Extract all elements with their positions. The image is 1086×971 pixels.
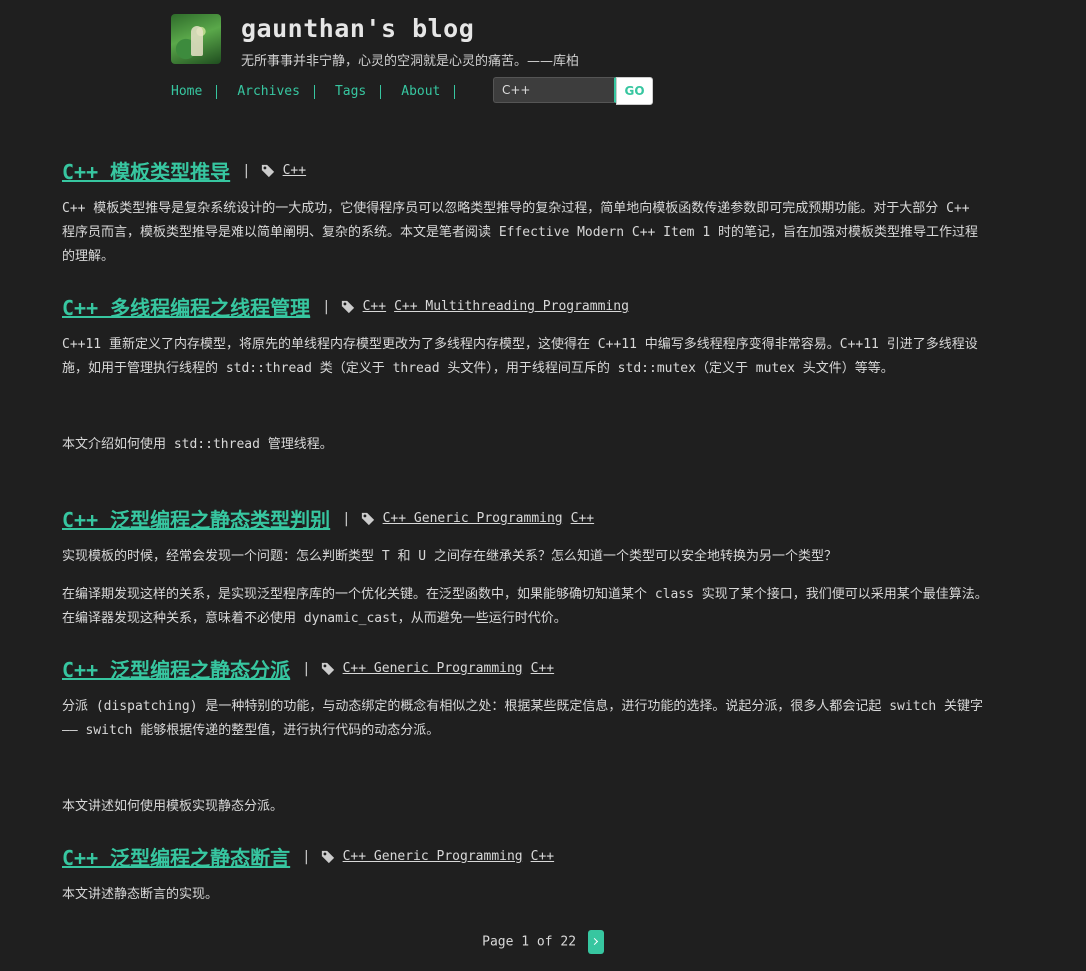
excerpt-paragraph: C++11 重新定义了内存模型，将原先的单线程内存模型更改为了多线程内存模型，这…	[62, 337, 978, 376]
post-title[interactable]: C++ 泛型编程之静态分派	[62, 654, 290, 683]
excerpt-paragraph: 实现模板的时候，经常会发现一个问题：怎么判断类型 T 和 U 之间存在继承关系？…	[62, 549, 837, 564]
tag-icon	[321, 850, 334, 863]
post-tag[interactable]: C++	[531, 849, 554, 864]
post-tag[interactable]: C++ Generic Programming	[343, 661, 523, 676]
post-excerpt: C++ 模板类型推导是复杂系统设计的一大成功，它使得程序员可以忽略类型推导的复杂…	[62, 197, 990, 269]
separator: |	[342, 510, 351, 527]
post-tag[interactable]: C++ Generic Programming	[383, 511, 563, 526]
post-tag[interactable]: C++	[571, 511, 594, 526]
post-item: C++ 泛型编程之静态类型判别 | C++ Generic Programmin…	[62, 504, 990, 631]
site-title[interactable]: gaunthan's blog	[241, 14, 474, 43]
nav-about[interactable]: About	[401, 85, 456, 99]
excerpt-paragraph: 在编译期发现这样的关系，是实现泛型程序库的一个优化关键。在泛型函数中，如果能够确…	[62, 587, 988, 626]
post-title[interactable]: C++ 泛型编程之静态断言	[62, 842, 290, 871]
post-excerpt: C++11 重新定义了内存模型，将原先的单线程内存模型更改为了多线程内存模型，这…	[62, 333, 990, 457]
post-title[interactable]: C++ 泛型编程之静态类型判别	[62, 504, 330, 533]
post-tag[interactable]: C++	[363, 299, 386, 314]
main-nav: Home Archives Tags About	[171, 78, 475, 106]
excerpt-paragraph: C++ 模板类型推导是复杂系统设计的一大成功，它使得程序员可以忽略类型推导的复杂…	[62, 201, 978, 264]
post-excerpt: 本文讲述静态断言的实现。	[62, 883, 990, 907]
post-title[interactable]: C++ 模板类型推导	[62, 156, 230, 185]
excerpt-paragraph: 分派 (dispatching) 是一种特别的功能，与动态绑定的概念有相似之处：…	[62, 699, 984, 738]
post-item: C++ 多线程编程之线程管理 | C++ C++ Multithreading …	[62, 292, 990, 457]
post-item: C++ 泛型编程之静态断言 | C++ Generic Programming …	[62, 842, 990, 907]
pagination: Page 1 of 22	[0, 930, 1086, 954]
search-input[interactable]	[493, 77, 616, 103]
post-tag[interactable]: C++	[283, 163, 306, 178]
search-form: GO	[493, 77, 653, 105]
post-tag[interactable]: C++	[531, 661, 554, 676]
post-tag[interactable]: C++ Multithreading Programming	[394, 299, 629, 314]
avatar[interactable]	[171, 14, 221, 64]
search-go-button[interactable]: GO	[616, 77, 653, 105]
tag-icon	[341, 300, 354, 313]
post-excerpt: 分派 (dispatching) 是一种特别的功能，与动态绑定的概念有相似之处：…	[62, 695, 990, 819]
tag-icon	[361, 512, 374, 525]
separator: |	[302, 848, 311, 865]
post-item: C++ 模板类型推导 | C++ C++ 模板类型推导是复杂系统设计的一大成功，…	[62, 156, 990, 269]
separator: |	[322, 298, 331, 315]
post-title[interactable]: C++ 多线程编程之线程管理	[62, 292, 310, 321]
nav-archives[interactable]: Archives	[237, 85, 315, 99]
site-subtitle: 无所事事并非宁静，心灵的空洞就是心灵的痛苦。——库柏	[241, 54, 580, 69]
next-page-button[interactable]	[587, 930, 604, 954]
post-excerpt: 实现模板的时候，经常会发现一个问题：怎么判断类型 T 和 U 之间存在继承关系？…	[62, 545, 990, 631]
excerpt-paragraph: 本文讲述如何使用模板实现静态分派。	[62, 799, 284, 814]
separator: |	[242, 162, 251, 179]
post-tag[interactable]: C++ Generic Programming	[343, 849, 523, 864]
excerpt-paragraph: 本文介绍如何使用 std::thread 管理线程。	[62, 437, 333, 452]
post-item: C++ 泛型编程之静态分派 | C++ Generic Programming …	[62, 654, 990, 819]
nav-home[interactable]: Home	[171, 85, 218, 99]
nav-tags[interactable]: Tags	[335, 85, 382, 99]
separator: |	[302, 660, 311, 677]
page-indicator: Page 1 of 22	[482, 934, 577, 950]
excerpt-paragraph: 本文讲述静态断言的实现。	[62, 887, 219, 902]
tag-icon	[321, 662, 334, 675]
tag-icon	[261, 164, 274, 177]
